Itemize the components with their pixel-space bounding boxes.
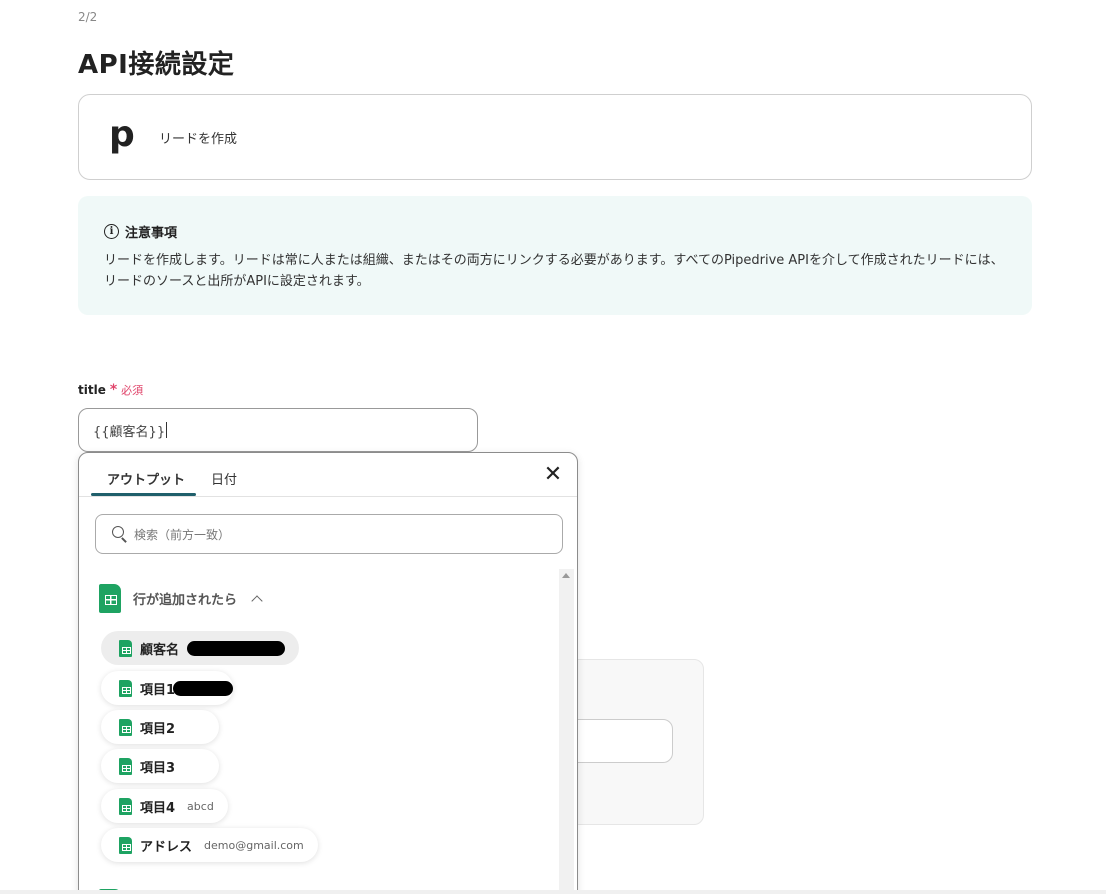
picker-tabs: アウトプット 日付 ✕ bbox=[79, 453, 577, 497]
title-input-value: {{顧客名}} bbox=[93, 424, 166, 440]
item-value: demo@gmail.com bbox=[204, 838, 304, 852]
output-item-address[interactable]: アドレス demo@gmail.com bbox=[101, 828, 318, 862]
google-sheets-icon bbox=[99, 584, 121, 613]
output-item-field2[interactable]: 項目2 bbox=[101, 710, 219, 744]
item-label: 項目1 bbox=[140, 682, 176, 698]
info-icon: i bbox=[104, 224, 119, 239]
title-field-label: title * 必須 bbox=[78, 382, 143, 398]
notice-title: 注意事項 bbox=[125, 226, 178, 241]
step-indicator: 2/2 bbox=[78, 10, 98, 24]
item-label: 項目3 bbox=[140, 760, 176, 776]
tab-date[interactable]: 日付 bbox=[211, 469, 237, 488]
sheet-icon bbox=[119, 797, 132, 815]
active-tab-indicator bbox=[91, 493, 196, 496]
close-icon[interactable]: ✕ bbox=[543, 464, 563, 486]
item-label: アドレス bbox=[140, 839, 193, 855]
output-item-field1[interactable]: 項目1 bbox=[101, 671, 234, 705]
output-picker-popup: アウトプット 日付 ✕ 検索（前方一致） 行が追加されたら 顧客名 項目1 項目… bbox=[78, 452, 578, 894]
chevron-up-icon[interactable] bbox=[251, 594, 263, 607]
scrollbar[interactable] bbox=[559, 569, 574, 894]
search-icon bbox=[112, 526, 128, 542]
item-label: 項目4 bbox=[140, 800, 176, 816]
text-caret bbox=[166, 422, 168, 438]
pipedrive-logo-icon: p bbox=[109, 114, 135, 155]
page-title: API接続設定 bbox=[78, 50, 235, 80]
field-label-text: title bbox=[78, 383, 106, 397]
output-item-customer-name[interactable]: 顧客名 bbox=[101, 631, 300, 665]
output-item-field4[interactable]: 項目4 abcd bbox=[101, 789, 228, 823]
sheet-icon bbox=[119, 757, 132, 775]
redacted-value bbox=[187, 640, 286, 656]
required-text: 必須 bbox=[121, 384, 144, 397]
sheet-icon bbox=[119, 836, 132, 854]
app-action-card: p リードを作成 bbox=[78, 94, 1032, 180]
sheet-icon bbox=[119, 639, 132, 657]
required-star: * bbox=[109, 382, 118, 398]
scroll-up-arrow-icon[interactable] bbox=[562, 573, 570, 578]
tab-output[interactable]: アウトプット bbox=[107, 469, 185, 488]
item-label: 顧客名 bbox=[140, 642, 180, 658]
notice-body: リードを作成します。リードは常に人または組織、またはその両方にリンクする必要があ… bbox=[104, 253, 1004, 289]
sheet-icon bbox=[119, 718, 132, 736]
page-bottom-edge bbox=[0, 890, 1106, 894]
group-label: 行が追加されたら bbox=[133, 593, 238, 608]
action-name: リードを作成 bbox=[159, 132, 238, 147]
title-input[interactable]: {{顧客名}} bbox=[78, 408, 478, 452]
search-placeholder: 検索（前方一致） bbox=[134, 527, 231, 542]
item-value: abcd bbox=[187, 799, 214, 813]
item-label: 項目2 bbox=[140, 721, 176, 737]
output-item-field3[interactable]: 項目3 bbox=[101, 749, 219, 783]
redacted-value bbox=[173, 680, 234, 696]
sheet-icon bbox=[119, 679, 132, 697]
notice-box: i 注意事項 リードを作成します。リードは常に人または組織、またはその両方にリン… bbox=[78, 196, 1032, 315]
notice-header: i 注意事項 bbox=[104, 222, 177, 241]
search-input[interactable]: 検索（前方一致） bbox=[95, 514, 563, 554]
group-header[interactable]: 行が追加されたら bbox=[99, 584, 263, 613]
